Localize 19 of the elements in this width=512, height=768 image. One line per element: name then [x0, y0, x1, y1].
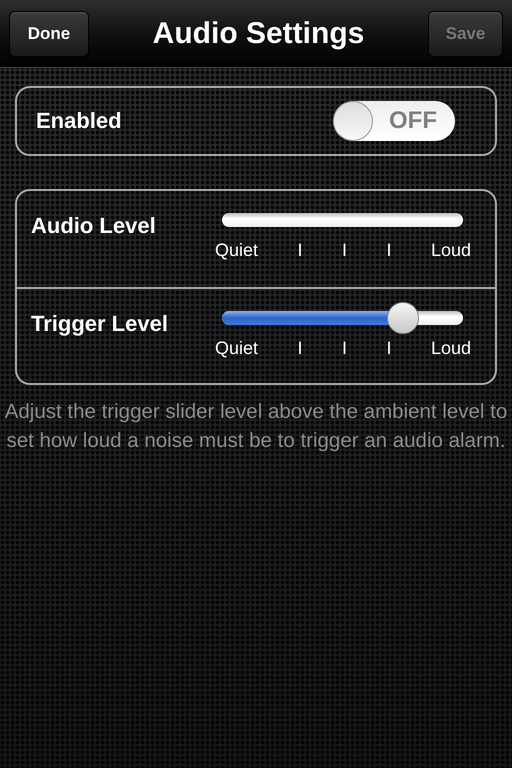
scale-label: Quiet	[215, 338, 258, 359]
setting-label: Audio Level	[31, 213, 156, 240]
scale-label: I	[342, 240, 347, 261]
scale-label: I	[298, 338, 303, 359]
scale-label: Loud	[430, 240, 471, 261]
scale-label: I	[342, 338, 347, 359]
setting-label: Trigger Level	[31, 311, 168, 338]
help-text: Adjust the trigger slider level above the ambient level to set how loud a noise must be to trigger an audio alarm.	[4, 399, 508, 454]
slider-thumb[interactable]	[387, 302, 420, 334]
scale-label: I	[386, 338, 392, 359]
slider[interactable]	[222, 302, 463, 334]
scale-label: I	[386, 240, 392, 261]
done-button[interactable]: Done	[9, 10, 89, 56]
scale-label: Loud	[430, 338, 471, 359]
scale-label: Quiet	[215, 240, 258, 261]
window-title: Audio Settings	[152, 16, 364, 50]
toggle-switch[interactable]: OFF	[333, 101, 455, 141]
scale-label: I	[298, 240, 303, 261]
setting-label: Enabled	[36, 108, 122, 134]
